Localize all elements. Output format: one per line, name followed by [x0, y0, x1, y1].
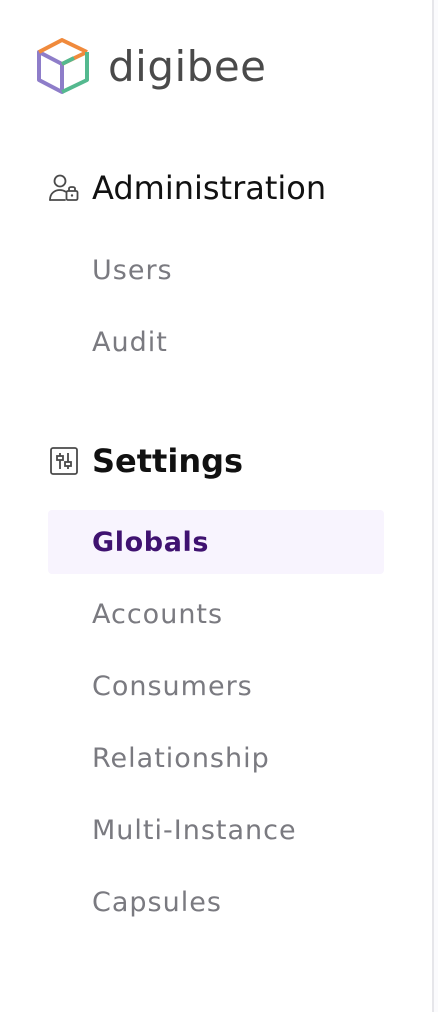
brand-logo[interactable]: digibee [32, 38, 267, 96]
menu-item-label: Multi-Instance [92, 814, 297, 846]
menu-item-label: Consumers [92, 670, 253, 702]
menu-item-label: Audit [92, 326, 168, 358]
brand-name: digibee [108, 42, 267, 91]
menu-item-multi-instance[interactable]: Multi-Instance [48, 798, 384, 862]
menu-item-users[interactable]: Users [48, 238, 384, 302]
menu-item-label: Relationship [92, 742, 270, 774]
menu-item-consumers[interactable]: Consumers [48, 654, 384, 718]
digibee-cube-logo-icon [37, 38, 89, 94]
menu-item-relationship[interactable]: Relationship [48, 726, 384, 790]
user-lock-icon [49, 174, 79, 201]
menu-item-globals[interactable]: Globals [48, 510, 384, 574]
menu-item-label: Capsules [92, 886, 222, 918]
menu-item-accounts[interactable]: Accounts [48, 582, 384, 646]
menu-item-capsules[interactable]: Capsules [48, 870, 384, 934]
menu-item-label: Globals [92, 526, 210, 558]
menu-item-label: Users [92, 254, 173, 286]
menu-item-label: Accounts [92, 598, 224, 630]
sliders-icon [50, 447, 78, 475]
section-title-settings: Settings [92, 442, 244, 480]
section-title-administration: Administration [92, 169, 327, 207]
section-settings: Settings [48, 445, 243, 477]
section-administration: Administration [48, 172, 326, 204]
menu-item-audit[interactable]: Audit [48, 310, 384, 374]
sidebar-nav: digibee Administration Users Audit Setti… [0, 0, 432, 1012]
main-content-edge [434, 0, 438, 1012]
